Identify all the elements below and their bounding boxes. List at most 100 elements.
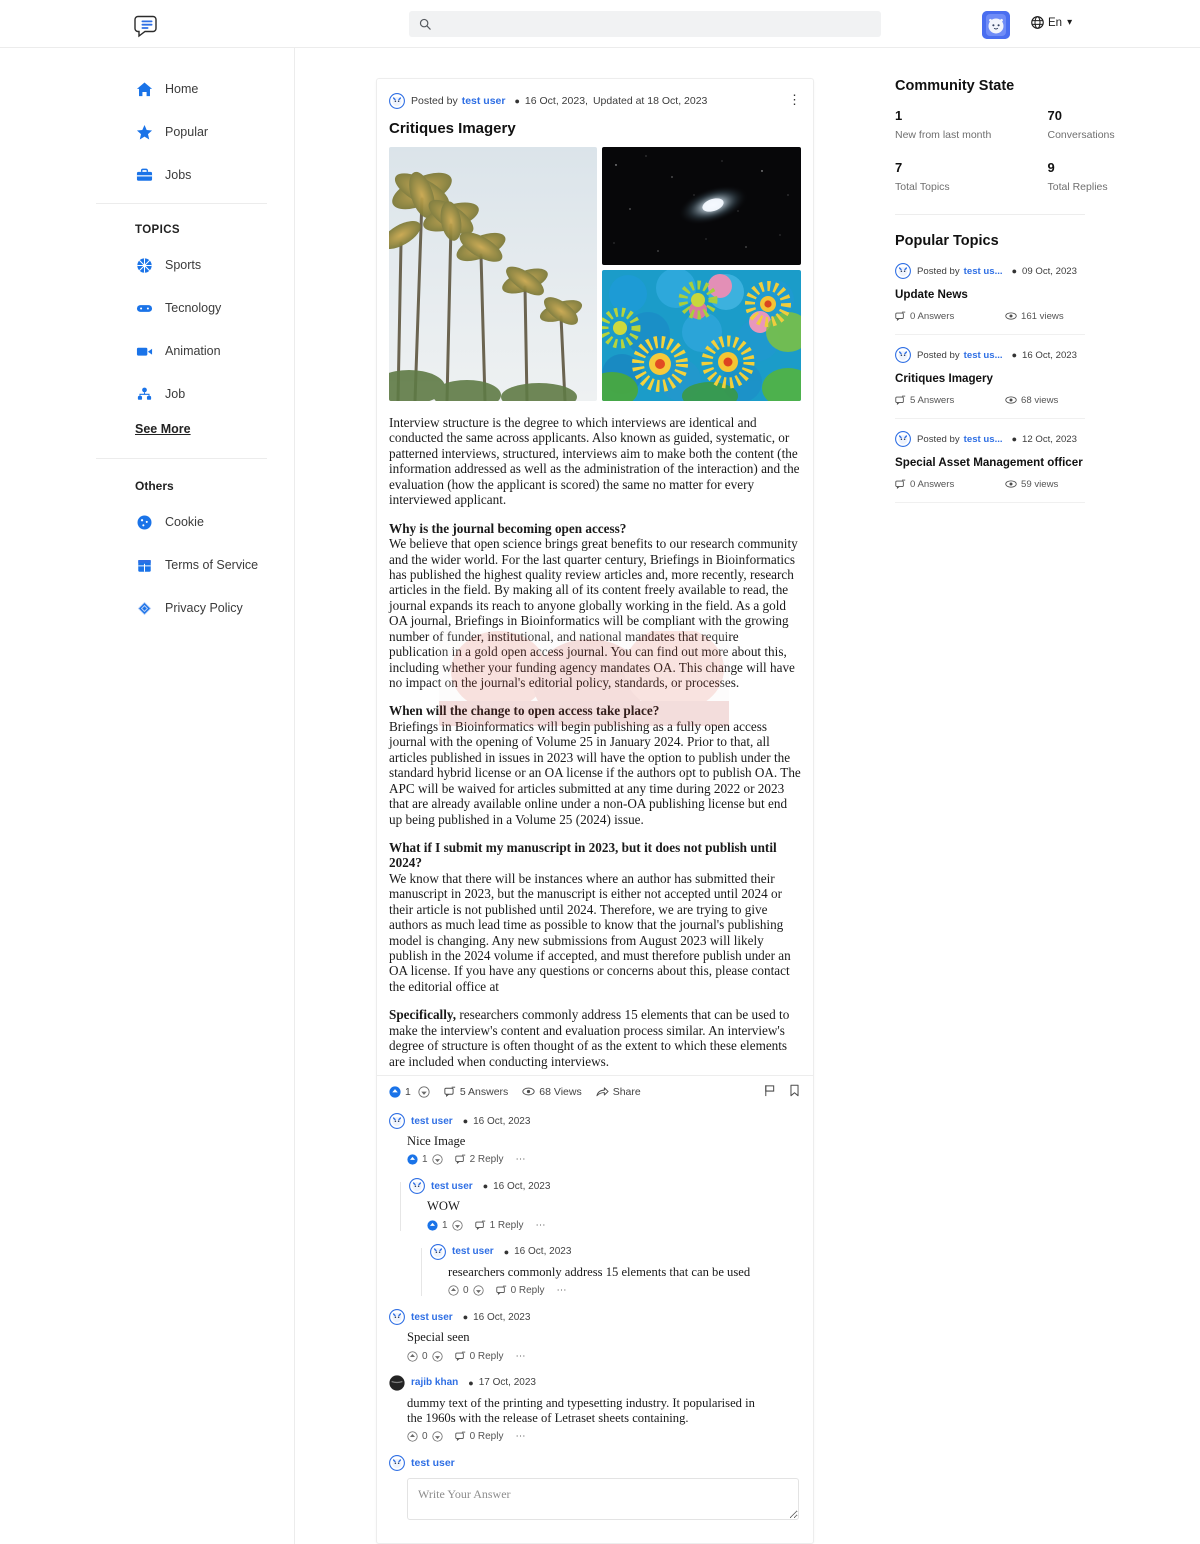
post-question-3: What if I submit my manuscript in 2023, … [389,839,777,871]
arrow-up-circle-icon[interactable] [407,1431,418,1442]
posted-by-label: Posted by [917,349,960,361]
arrow-down-circle-icon[interactable] [451,1220,463,1231]
sidebar-divider-2 [96,458,267,459]
comment-author[interactable]: rajib khan [411,1377,458,1388]
sidebar-item-popular[interactable]: Popular [0,117,294,147]
popular-topic-item[interactable]: Posted by test us... ● 16 Oct, 2023 Crit… [895,347,1085,419]
sidebar-item-privacy-policy[interactable]: Privacy Policy [0,593,294,623]
topic-views-count: 59 views [1021,478,1059,490]
topic-author[interactable]: test us... [964,434,1003,445]
comment-vote-group[interactable]: 0 [448,1285,484,1296]
topic-author[interactable]: test us... [964,266,1003,277]
arrow-down-circle-icon[interactable] [431,1350,443,1362]
flag-icon[interactable] [763,1084,776,1097]
sidebar-item-animation[interactable]: Animation [0,336,294,366]
sidebar-item-terms-of-service[interactable]: Terms of Service [0,550,294,580]
arrow-up-circle-icon[interactable] [448,1285,459,1296]
comment-text: dummy text of the printing and typesetti… [407,1395,755,1425]
comment-author[interactable]: test user [411,1116,453,1127]
popular-topic-item[interactable]: Posted by test us... ● 09 Oct, 2023 Upda… [895,263,1085,335]
arrow-down-circle-icon[interactable] [418,1085,430,1098]
arrow-down-circle-icon[interactable] [472,1285,484,1296]
comment-vote-group[interactable]: 0 [407,1431,443,1442]
topic-title[interactable]: Critiques Imagery [895,372,1085,385]
popular-topic-item[interactable]: Posted by test us... ● 12 Oct, 2023 Spec… [895,431,1085,503]
comment-author[interactable]: test user [411,1312,453,1323]
sidebar-divider [895,214,1085,215]
comment-vote-group[interactable]: 0 [407,1351,443,1362]
palm-trees-photo[interactable] [389,147,597,401]
sidebar-item-tecnology[interactable]: Tecnology [0,293,294,323]
comment-more-icon[interactable]: ⋯ [515,1154,526,1165]
topic-views-count: 161 views [1021,310,1064,322]
sidebar-item-home[interactable]: Home [0,74,294,104]
search-input[interactable] [439,18,871,30]
shield-diamond-icon [135,599,153,617]
post-author-link[interactable]: test user [462,95,506,107]
upvote-button[interactable]: 1 [389,1086,430,1098]
answers-count: 5 Answers [459,1085,509,1098]
coral-anemones-photo[interactable] [602,270,801,401]
sidebar-item-jobs[interactable]: Jobs [0,160,294,190]
thread-line [421,1247,422,1297]
commenter-avatar [389,1113,405,1130]
sidebar-item-sports[interactable]: Sports [0,250,294,280]
comment-reply-button[interactable]: 0 Reply [454,1351,503,1362]
comment-reply-button[interactable]: 0 Reply [495,1285,544,1296]
post-question-1: Why is the journal becoming open access? [389,520,627,536]
comment-vote-group[interactable]: 1 [407,1154,443,1165]
more-vertical-icon[interactable]: ⋮ [788,93,801,107]
comment-author[interactable]: test user [452,1246,494,1257]
topic-author[interactable]: test us... [964,350,1003,361]
language-selector[interactable]: En ▾ [1031,16,1072,29]
topic-meta: Posted by test us... ● 16 Oct, 2023 [895,347,1085,363]
arrow-up-circle-icon[interactable] [407,1350,418,1362]
comment-reply-button[interactable]: 0 Reply [454,1431,503,1442]
comment-actions: 0 0 Reply ⋯ [407,1351,801,1362]
meta-dot: ● [462,1116,469,1127]
comment-more-icon[interactable]: ⋯ [515,1351,526,1362]
sidebar-item-job[interactable]: Job [0,379,294,409]
comment-actions: 1 1 Reply ⋯ [427,1220,801,1231]
comment-vote-group[interactable]: 1 [427,1220,463,1231]
sidebar-item-cookie[interactable]: Cookie [0,507,294,537]
bookmark-icon[interactable] [788,1084,801,1097]
topic-meta: Posted by test us... ● 09 Oct, 2023 [895,263,1085,279]
topic-answers-count: 0 Answers [910,310,955,322]
answer-author-name[interactable]: test user [411,1457,455,1469]
share-button[interactable]: Share [596,1086,641,1098]
app-logo[interactable] [133,12,159,38]
star-icon [135,123,153,141]
post-lead-text: Specifically, [389,1007,457,1023]
popular-topics-panel: Popular Topics Posted by test us... ● 09… [895,233,1200,503]
community-state-title: Community State [895,78,1015,94]
comment-more-icon[interactable]: ⋯ [515,1431,526,1442]
galaxy-night-sky-photo[interactable] [602,147,801,265]
comment-header: test user ● 16 Oct, 2023 [430,1243,801,1260]
comment-text: WOW [427,1199,460,1214]
meta-dot: ● [468,1377,474,1388]
comment-text: Nice Image [407,1134,466,1149]
comment-reply-button[interactable]: 1 Reply [474,1220,523,1231]
answers-button[interactable]: 5 Answers [444,1086,508,1098]
comment-more-icon[interactable]: ⋯ [556,1285,567,1296]
see-more-link[interactable]: See More [0,422,294,436]
topic-title[interactable]: Update News [895,288,1085,301]
eye-icon [522,1085,535,1098]
stat-value: 70 [1047,108,1062,123]
comment-more-icon[interactable]: ⋯ [535,1220,546,1231]
search-box[interactable] [409,11,881,37]
topic-title[interactable]: Special Asset Management officer [895,456,1085,469]
right-sidebar: Community State 1 New from last month 70… [895,48,1200,1544]
arrow-up-circle-filled-icon[interactable] [407,1154,418,1166]
sidebar-others-heading: Others [135,479,174,493]
arrow-down-circle-icon[interactable] [431,1154,443,1166]
answer-textarea[interactable] [407,1478,799,1521]
comment-header: test user ● 16 Oct, 2023 [389,1309,801,1326]
comment-date: 16 Oct, 2023 [514,1246,572,1258]
comment-reply-button[interactable]: 2 Reply [454,1154,503,1165]
arrow-down-circle-icon[interactable] [431,1431,443,1442]
arrow-up-circle-filled-icon[interactable] [427,1220,438,1231]
comment-author[interactable]: test user [431,1181,473,1192]
user-avatar[interactable] [982,11,1010,39]
